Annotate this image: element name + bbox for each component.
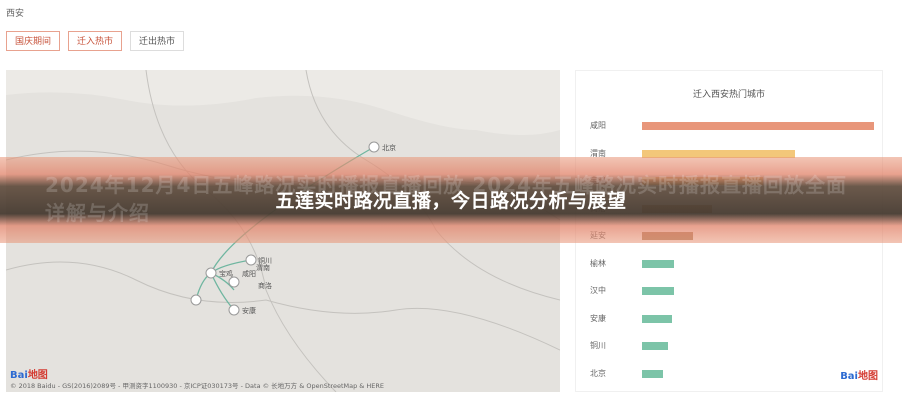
map-marker <box>245 254 257 266</box>
map-marker <box>190 294 202 306</box>
bar-row: 北京 <box>576 366 882 382</box>
bar-label: 汉中 <box>590 286 606 295</box>
bar <box>642 314 673 323</box>
bar <box>642 287 675 295</box>
bar-label: 榆林 <box>590 258 606 268</box>
map-marker <box>228 276 240 288</box>
tab-move-out-hot[interactable]: 迁出热市 <box>130 31 185 51</box>
baidu-map-logo: Bai地图 <box>10 370 48 381</box>
place-label: 安康 <box>242 306 256 315</box>
bar-row: 汉中 <box>576 283 882 299</box>
map-marker <box>205 267 217 279</box>
bar-row: 安康 <box>576 311 882 327</box>
bar <box>642 259 675 268</box>
bar-label: 铜川 <box>590 341 606 350</box>
bar <box>642 122 874 130</box>
banner-title: 五莲实时路况直播，今日路况分析与展望 <box>275 190 627 212</box>
tab-bar: 国庆期间 迁入热市 迁出热市 <box>6 31 185 51</box>
chart-baidu-logo: Bai地图 <box>840 371 878 382</box>
bar-row: 铜川 <box>576 338 882 354</box>
chart-title: 迁入西安热门城市 <box>692 90 765 100</box>
place-label: 北京 <box>382 143 396 152</box>
map-copyright: © 2018 Baidu - GS(2016)2089号 - 甲测资字11009… <box>10 382 385 390</box>
tab-national-day[interactable]: 国庆期间 <box>6 31 61 51</box>
place-label: 商洛 <box>258 281 272 290</box>
tab-move-in-hot[interactable]: 迁入热市 <box>68 31 123 51</box>
bar-row: 咸阳 <box>576 118 882 134</box>
bar-label: 安康 <box>590 313 606 323</box>
bar-row: 榆林 <box>576 256 882 272</box>
bar-label: 咸阳 <box>590 121 606 130</box>
bar <box>642 369 663 378</box>
bar <box>642 342 668 350</box>
place-label: 宝鸡 <box>219 269 233 278</box>
place-label: 咸阳 <box>242 269 256 278</box>
map-marker <box>228 304 240 316</box>
bar-label: 北京 <box>590 368 606 378</box>
place-label: 渭南 <box>256 263 270 272</box>
city-label: 西安 <box>6 9 25 19</box>
map-marker <box>368 141 380 153</box>
